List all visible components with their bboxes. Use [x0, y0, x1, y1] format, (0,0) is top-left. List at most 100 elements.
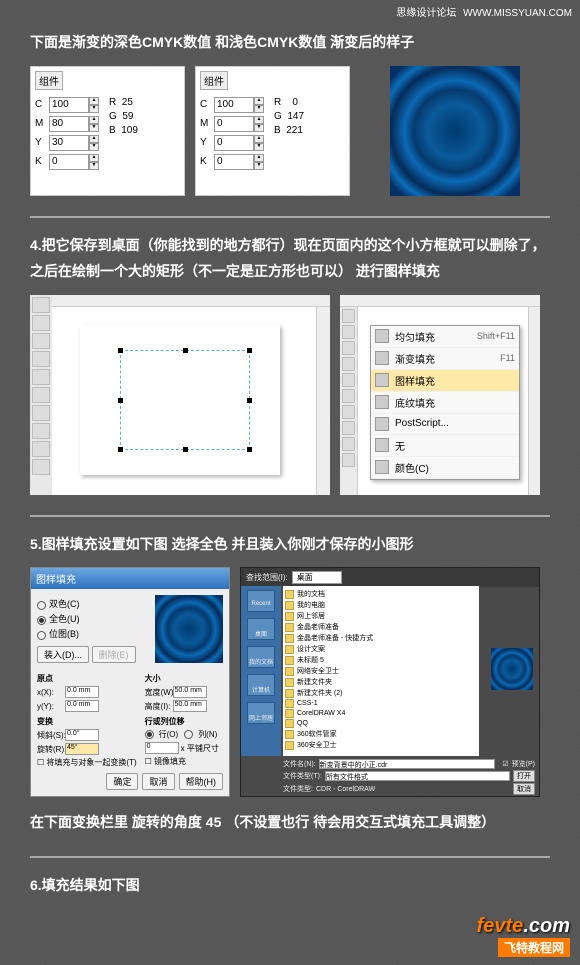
file-item[interactable]: 网上邻居 [285, 611, 477, 621]
canvas-screenshot [30, 295, 330, 495]
site-url: WWW.MISSYUAN.COM [463, 8, 572, 19]
folder-icon [285, 634, 294, 643]
spinner[interactable]: ▲▼ [89, 135, 99, 151]
opt-col[interactable] [184, 730, 193, 739]
dark-m-input[interactable]: 80 [49, 116, 89, 132]
fill-menu-item[interactable]: PostScript... [371, 414, 519, 435]
pattern-fill-dialog: 图样填充 双色(C) 全色(U) 位图(B) 装入(D)... 删除(E) 原点… [30, 567, 230, 797]
pattern-preview[interactable] [155, 595, 223, 663]
dark-k-input[interactable]: 0 [49, 154, 89, 170]
tool-icon[interactable] [342, 437, 355, 451]
tile-input[interactable]: 0 [145, 742, 179, 754]
file-item[interactable]: 网络安全卫士 [285, 666, 477, 676]
spinner[interactable]: ▲▼ [254, 154, 264, 170]
height-input[interactable]: 50.0 mm [173, 700, 207, 712]
tool-icon[interactable] [342, 309, 355, 323]
look-in-select[interactable]: 桌面 [292, 571, 342, 584]
y-input[interactable]: 0.0 mm [65, 700, 99, 712]
folder-icon [285, 730, 294, 739]
fill-menu-item[interactable]: 图样填充 [371, 370, 519, 392]
tool-icon[interactable] [32, 297, 50, 313]
tool-icon[interactable] [342, 405, 355, 419]
help-button[interactable]: 帮助(H) [179, 773, 224, 790]
fill-menu-item[interactable]: 无 [371, 435, 519, 457]
fill-type-icon [375, 329, 389, 343]
rotate-input[interactable]: 45° [65, 743, 99, 755]
file-item[interactable]: 设计文案 [285, 644, 477, 654]
fill-menu-item[interactable]: 均匀填充Shift+F11 [371, 326, 519, 348]
light-y-input[interactable]: 0 [214, 135, 254, 151]
file-list[interactable]: 我的文档我的电脑网上邻居金晶老师准备金晶老师准备 - 快捷方式设计文案未标题 5… [283, 586, 479, 756]
section1-title: 下面是渐变的深色CMYK数值 和浅色CMYK数值 渐变后的样子 [30, 29, 550, 56]
tool-icon[interactable] [32, 369, 50, 385]
file-item[interactable]: 未标题 5 [285, 655, 477, 665]
tool-icon[interactable] [32, 333, 50, 349]
tool-icon[interactable] [32, 351, 50, 367]
tool-icon[interactable] [32, 459, 50, 475]
fill-menu-item[interactable]: 渐变填充F11 [371, 348, 519, 370]
opt-row[interactable] [145, 730, 154, 739]
tool-icon[interactable] [342, 325, 355, 339]
od-cancel-button[interactable]: 取消 [513, 783, 535, 795]
tool-icon[interactable] [342, 373, 355, 387]
separator [30, 216, 550, 218]
chk-mirror[interactable]: ☐ 镜像填充 [145, 756, 219, 767]
places-item[interactable]: 桌面 [247, 618, 275, 640]
light-c-input[interactable]: 100 [214, 97, 254, 113]
file-item[interactable]: 新建文件夹 [285, 677, 477, 687]
tool-icon[interactable] [32, 405, 50, 421]
dark-c-input[interactable]: 100 [49, 97, 89, 113]
places-item[interactable]: 我的文档 [247, 646, 275, 668]
toolbox [30, 295, 52, 495]
tool-icon[interactable] [342, 421, 355, 435]
tool-icon[interactable] [342, 357, 355, 371]
tool-icon[interactable] [32, 441, 50, 457]
file-item[interactable]: 金晶老师准备 - 快捷方式 [285, 633, 477, 643]
filetype-select[interactable]: 所有文件格式 [325, 771, 510, 781]
filename-input[interactable]: 新变背景中的小正.cdr [319, 759, 496, 769]
tool-icon[interactable] [342, 453, 355, 467]
file-item[interactable]: CorelDRAW X4 [285, 709, 477, 718]
folder-icon [285, 623, 294, 632]
file-item[interactable]: 新建文件夹 (2) [285, 688, 477, 698]
chk-transform-with[interactable]: ☐ 将填充与对象一起变换(T) [37, 757, 137, 768]
skew-input[interactable]: 0.0° [65, 729, 99, 741]
ruler-top [340, 295, 540, 307]
dark-y-input[interactable]: 30 [49, 135, 89, 151]
spinner[interactable]: ▲▼ [254, 135, 264, 151]
tool-icon[interactable] [32, 423, 50, 439]
cmyk-row: 组件 C100▲▼ M80▲▼ Y30▲▼ K0▲▼ R 25 G 59 B 1… [30, 66, 550, 196]
file-item[interactable]: 360软件管家 [285, 729, 477, 739]
load-button[interactable]: 装入(D)... [37, 646, 89, 663]
selection-rect[interactable] [120, 350, 250, 450]
spinner[interactable]: ▲▼ [254, 97, 264, 113]
tool-icon[interactable] [32, 387, 50, 403]
file-item[interactable]: CSS-1 [285, 699, 477, 708]
spinner[interactable]: ▲▼ [89, 116, 99, 132]
cancel-button[interactable]: 取消 [142, 773, 174, 790]
folder-icon [285, 689, 294, 698]
tool-icon[interactable] [342, 389, 355, 403]
places-item[interactable]: 计算机 [247, 674, 275, 696]
light-m-input[interactable]: 0 [214, 116, 254, 132]
spinner[interactable]: ▲▼ [89, 154, 99, 170]
file-item[interactable]: 360安全卫士 [285, 740, 477, 750]
x-input[interactable]: 0.0 mm [65, 686, 99, 698]
spinner[interactable]: ▲▼ [89, 97, 99, 113]
file-item[interactable]: 金晶老师准备 [285, 622, 477, 632]
ok-button[interactable]: 确定 [106, 773, 138, 790]
file-item[interactable]: QQ [285, 719, 477, 728]
file-item[interactable]: 我的文档 [285, 589, 477, 599]
light-k-input[interactable]: 0 [214, 154, 254, 170]
width-input[interactable]: 50.0 mm [173, 686, 207, 698]
fill-menu-item[interactable]: 颜色(C) [371, 457, 519, 479]
open-file-dialog: 查找范围(I): 桌面 Recent桌面我的文档计算机网上邻居 我的文档我的电脑… [240, 567, 540, 797]
tool-icon[interactable] [32, 315, 50, 331]
fill-menu-item[interactable]: 底纹填充 [371, 392, 519, 414]
file-item[interactable]: 我的电脑 [285, 600, 477, 610]
tool-icon[interactable] [342, 341, 355, 355]
open-button[interactable]: 打开 [513, 770, 535, 782]
spinner[interactable]: ▲▼ [254, 116, 264, 132]
places-item[interactable]: 网上邻居 [247, 702, 275, 724]
places-item[interactable]: Recent [247, 590, 275, 612]
